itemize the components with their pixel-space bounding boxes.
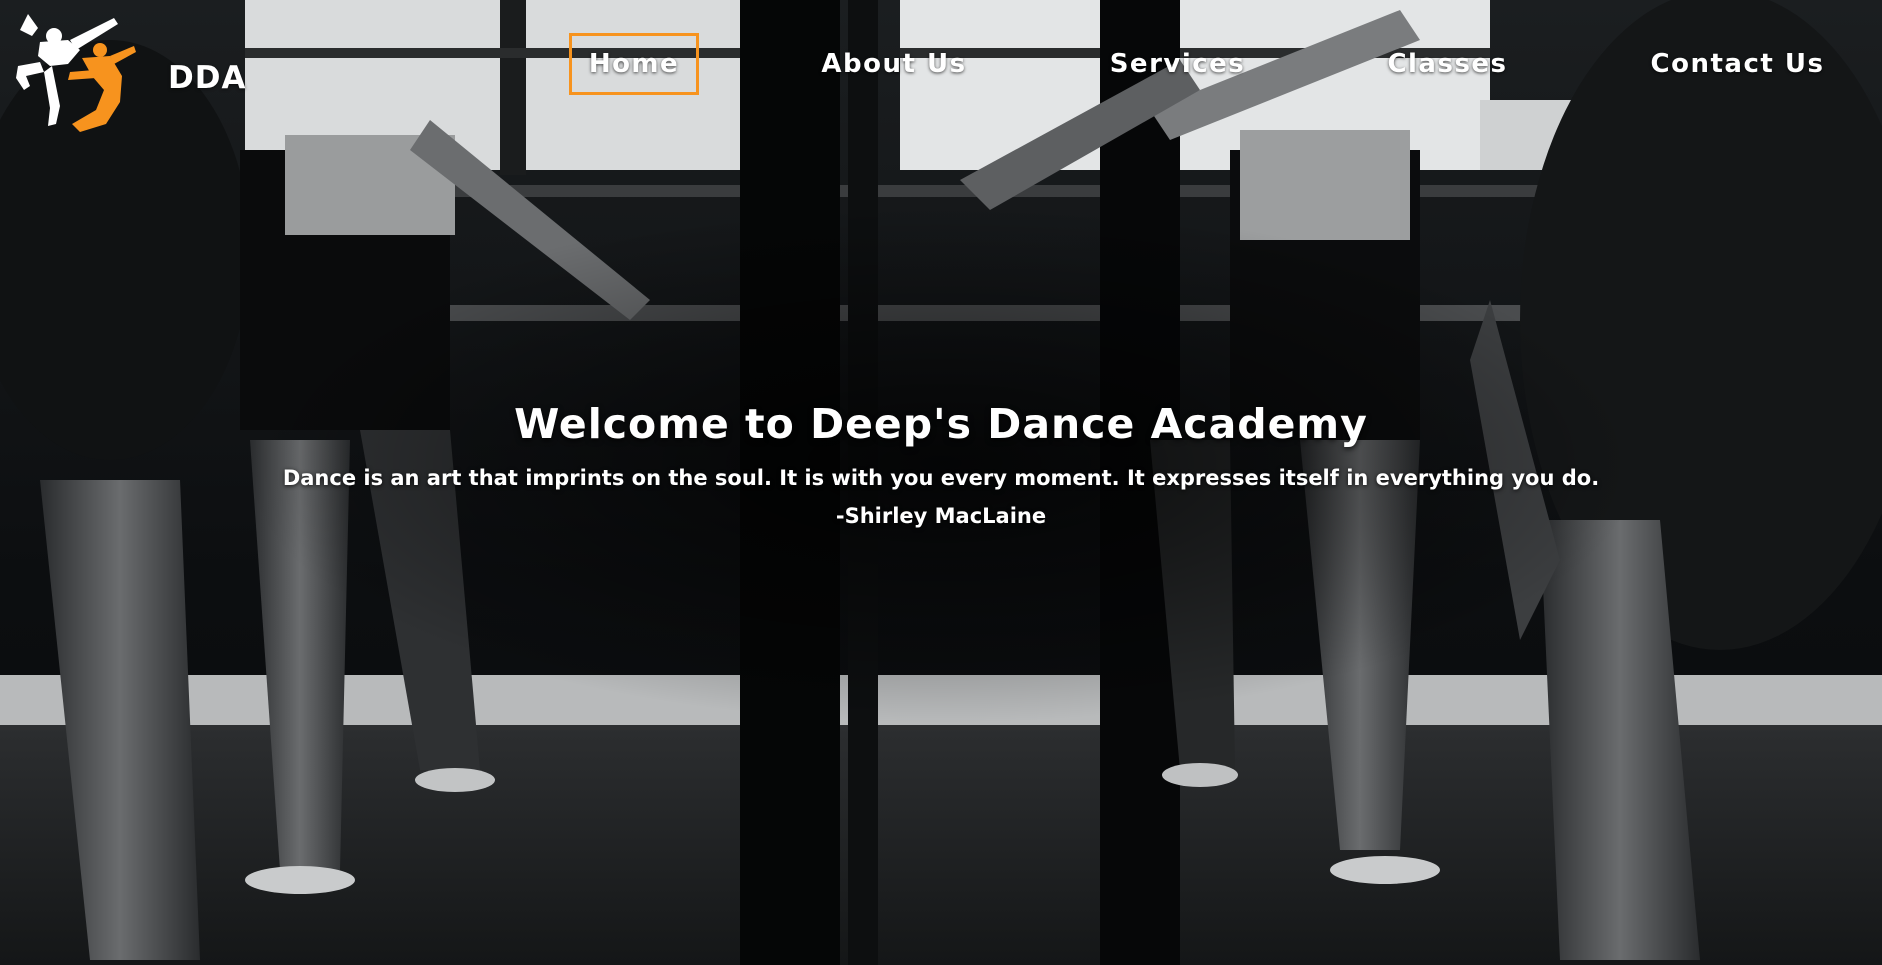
nav-classes[interactable]: Classes — [1380, 33, 1515, 95]
nav-about-us[interactable]: About Us — [814, 33, 974, 95]
nav-home[interactable]: Home — [569, 33, 699, 95]
hero-section: Welcome to Deep's Dance Academy Dance is… — [0, 400, 1882, 528]
nav-services[interactable]: Services — [1105, 33, 1250, 95]
brand-name: DDA — [168, 60, 247, 96]
nav-contact-us[interactable]: Contact Us — [1640, 33, 1835, 95]
hero-quote: Dance is an art that imprints on the sou… — [282, 466, 1600, 490]
hero-quote-author: -Shirley MacLaine — [835, 504, 1047, 528]
hero-title: Welcome to Deep's Dance Academy — [514, 400, 1368, 448]
dancer-silhouette-icon[interactable] — [10, 6, 138, 138]
site-header: DDA Home About Us Services Classes Conta… — [0, 0, 1882, 140]
